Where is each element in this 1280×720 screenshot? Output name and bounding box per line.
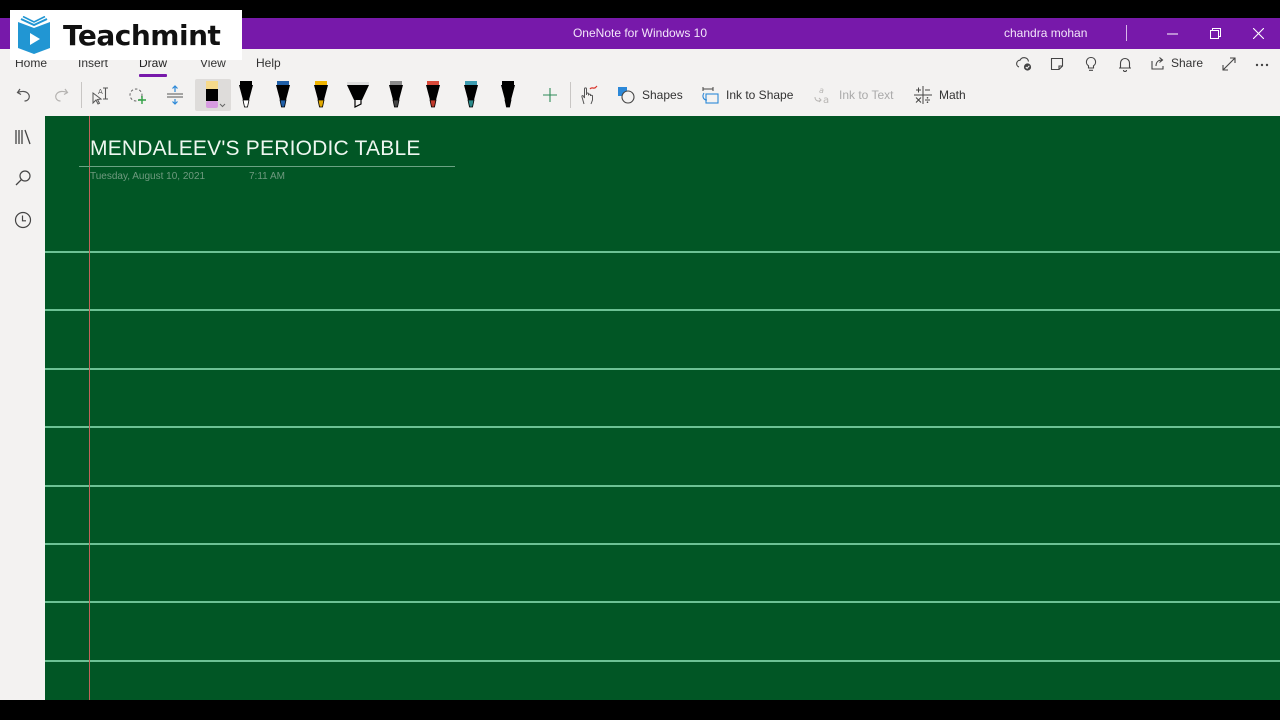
pen-icon [463, 81, 478, 108]
shapes-button[interactable]: Shapes [616, 79, 683, 111]
pen-icon [501, 81, 515, 108]
notifications-button[interactable] [1114, 55, 1136, 73]
teachmint-logo-icon [18, 16, 50, 54]
svg-text:a: a [819, 86, 824, 95]
rule-line [45, 367, 1280, 370]
toolbar-separator [570, 82, 571, 108]
teachmint-logo: Teachmint [10, 10, 242, 60]
recent-icon [14, 211, 32, 229]
tab-help[interactable]: Help [256, 56, 281, 70]
notebooks-button[interactable] [11, 125, 35, 149]
undo-icon [16, 88, 30, 102]
close-icon [1252, 28, 1264, 39]
ink-to-shape-label: Ink to Shape [726, 88, 794, 102]
pen-6-button[interactable] [383, 79, 409, 111]
pen-8-button[interactable] [458, 79, 484, 111]
pen-1-button[interactable] [195, 79, 231, 111]
type-select-button[interactable]: A [88, 79, 112, 111]
sticky-notes-icon [1050, 57, 1064, 71]
shapes-icon [618, 87, 635, 104]
pen-icon [426, 81, 440, 108]
search-icon [15, 170, 31, 186]
rule-line [45, 426, 1280, 429]
margin-line [89, 116, 90, 700]
page-time: 7:11 AM [249, 171, 285, 182]
pen-9-button[interactable] [495, 79, 521, 111]
title-separator [1126, 25, 1127, 41]
recent-notes-button[interactable] [11, 208, 35, 232]
redo-icon [55, 88, 69, 102]
pen-3-button[interactable] [270, 79, 296, 111]
search-button[interactable] [11, 166, 35, 190]
share-button[interactable]: Share [1150, 55, 1203, 71]
svg-text:a: a [823, 95, 829, 105]
notifications-icon [1119, 57, 1131, 72]
teachmint-logo-text: Teachmint [63, 18, 221, 52]
sync-status-button[interactable] [1013, 55, 1035, 73]
more-options-button[interactable] [1251, 55, 1273, 73]
user-name[interactable]: chandra mohan [1004, 26, 1087, 40]
left-navigation [0, 116, 45, 700]
touch-draw-icon [581, 85, 598, 105]
add-pen-button[interactable] [539, 79, 561, 111]
app-window: OneNote for Windows 10 chandra mohan Hom… [0, 0, 1280, 720]
close-button[interactable] [1238, 18, 1278, 49]
expand-icon [1222, 57, 1236, 71]
rule-line [45, 309, 1280, 312]
pen-icon [313, 81, 328, 108]
shapes-label: Shapes [642, 88, 683, 102]
add-remove-space-icon [167, 85, 183, 105]
redo-button[interactable] [50, 79, 72, 111]
page-title[interactable]: MENDALEEV'S PERIODIC TABLE [90, 137, 421, 161]
notebooks-icon [15, 129, 31, 145]
restore-button[interactable] [1195, 18, 1235, 49]
rule-line [45, 543, 1280, 545]
undo-button[interactable] [13, 79, 35, 111]
ink-to-shape-button[interactable]: Ink to Shape [700, 79, 793, 111]
plus-icon [543, 88, 557, 102]
more-icon [1255, 63, 1269, 67]
sticky-notes-button[interactable] [1046, 55, 1068, 73]
ink-to-text-icon: aa [814, 86, 829, 105]
sync-status-icon [1016, 57, 1032, 71]
share-label: Share [1171, 56, 1204, 70]
minimize-button[interactable] [1152, 18, 1192, 49]
pen-2-button[interactable] [233, 79, 259, 111]
ink-to-text-label: Ink to Text [839, 88, 894, 102]
math-label: Math [939, 88, 966, 102]
full-page-view-button[interactable] [1218, 55, 1240, 73]
math-button[interactable]: Math [913, 79, 966, 111]
pen-4-button[interactable] [308, 79, 334, 111]
toolbar-separator [81, 82, 82, 108]
rule-line [45, 484, 1280, 487]
highlighter-icon [347, 82, 369, 108]
tell-me-icon [1085, 56, 1097, 71]
lasso-type-select-icon: A [92, 87, 108, 105]
pen-7-button[interactable] [420, 79, 446, 111]
pen-icon [238, 81, 253, 108]
ink-to-text-button: aa Ink to Text [813, 79, 893, 111]
pen-icon [388, 81, 403, 108]
restore-icon [1209, 28, 1221, 39]
pen-5-button[interactable] [345, 79, 371, 111]
title-underline [79, 166, 455, 167]
note-page-canvas[interactable]: MENDALEEV'S PERIODIC TABLE Tuesday, Augu… [45, 116, 1280, 700]
add-space-button[interactable] [163, 79, 187, 111]
tell-me-button[interactable] [1080, 55, 1102, 73]
math-icon [914, 86, 932, 104]
page-date: Tuesday, August 10, 2021 [90, 171, 206, 182]
svg-text:A: A [98, 88, 103, 96]
lasso-select-icon [129, 88, 146, 104]
share-icon [1151, 57, 1164, 70]
minimize-icon [1166, 33, 1178, 35]
rule-line [45, 601, 1280, 604]
draw-with-touch-button[interactable] [576, 79, 600, 111]
rule-line [45, 251, 1280, 253]
highlighter-icon [206, 81, 226, 108]
lasso-select-button[interactable] [126, 79, 150, 111]
ink-to-shape-icon [702, 87, 719, 104]
pen-icon [276, 81, 290, 108]
rule-line [45, 659, 1280, 662]
